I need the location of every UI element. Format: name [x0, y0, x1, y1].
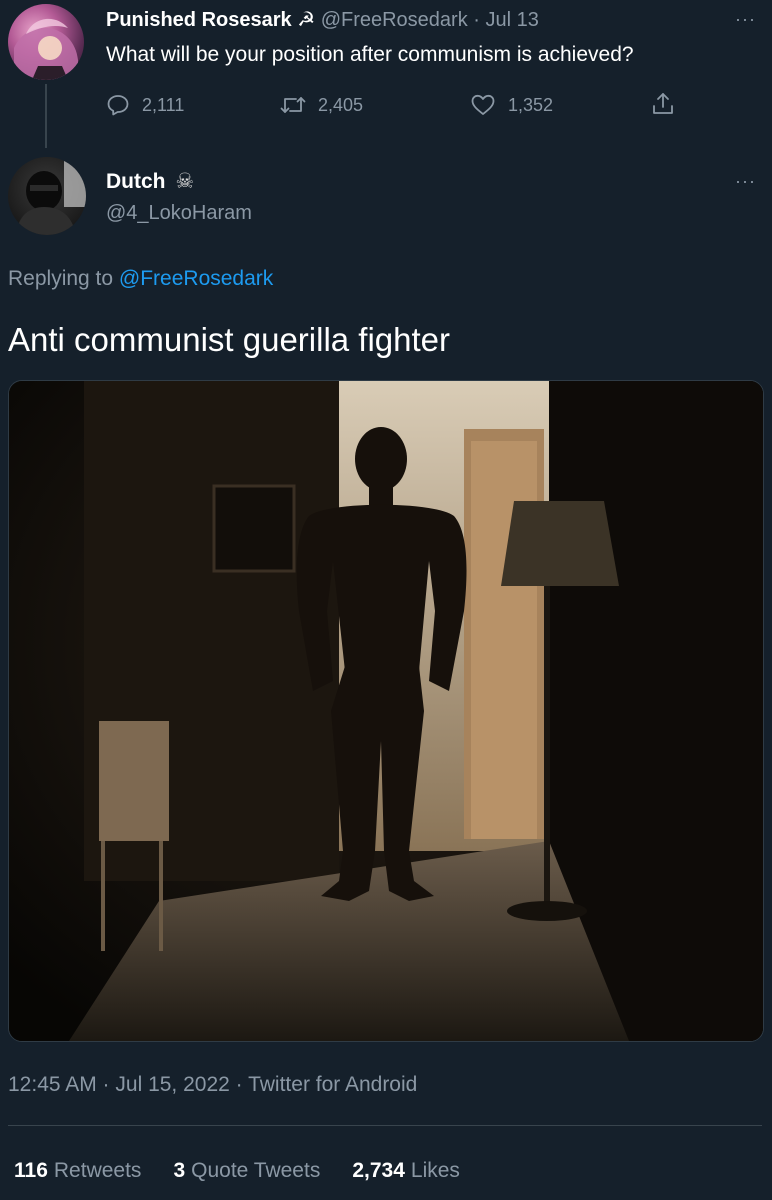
tweet-text: What will be your position after communi… [106, 43, 634, 66]
avatar-image [16, 157, 86, 235]
heart-icon [471, 94, 495, 115]
reply-button[interactable]: 2,111 [106, 91, 184, 119]
author-handle-date[interactable]: @FreeRosedark · Jul 13 [321, 9, 539, 31]
share-icon [653, 93, 673, 114]
retweet-icon [280, 97, 306, 113]
author-name[interactable]: Dutch [106, 170, 166, 193]
retweets-stat[interactable]: 116 Retweets [14, 1156, 141, 1186]
author-handle[interactable]: @4_LokoHaram [106, 199, 252, 227]
reply-count: 2,111 [142, 95, 185, 115]
quote-tweets-label: Quote Tweets [191, 1159, 321, 1182]
avatar[interactable] [8, 157, 86, 235]
share-button[interactable] [651, 91, 687, 117]
likes-count: 2,734 [352, 1159, 405, 1182]
author-name[interactable]: Punished Rosesark [106, 9, 292, 31]
author-line: Punished Rosesark ☭ @FreeRosedark · Jul … [106, 6, 539, 34]
tweet-photo[interactable] [8, 380, 764, 1042]
thread-connector [45, 84, 47, 148]
replying-prefix: Replying to [8, 267, 114, 290]
name-symbol: ☠ [175, 170, 195, 193]
photo-image [9, 381, 763, 1041]
likes-stat[interactable]: 2,734 Likes [352, 1156, 460, 1186]
avatar[interactable] [8, 4, 84, 80]
quote-tweets-stat[interactable]: 3 Quote Tweets [173, 1156, 320, 1186]
mention-link[interactable]: @FreeRosedark [119, 267, 273, 290]
avatar-image [14, 18, 78, 80]
retweet-count: 2,405 [318, 95, 364, 115]
likes-label: Likes [410, 1159, 460, 1182]
tweet-text: Anti communist guerilla fighter [8, 321, 451, 358]
tweet-timestamp[interactable]: 12:45 AM · Jul 15, 2022 · Twitter for An… [8, 1070, 417, 1100]
divider [8, 1125, 762, 1126]
like-button[interactable]: 1,352 [470, 91, 553, 119]
like-count: 1,352 [508, 95, 554, 115]
more-options-button[interactable]: ··· [735, 10, 756, 28]
name-symbol: ☭ [297, 9, 316, 31]
retweets-label: Retweets [53, 1159, 142, 1182]
quote-tweets-count: 3 [173, 1159, 186, 1182]
retweet-button[interactable]: 2,405 [280, 91, 363, 119]
retweets-count: 116 [14, 1159, 48, 1182]
tweet-stats: 116 Retweets 3 Quote Tweets 2,734 Likes [14, 1156, 492, 1186]
replying-to: Replying to @FreeRosedark [8, 264, 273, 294]
reply-icon [107, 95, 129, 116]
more-options-button[interactable]: ··· [735, 172, 756, 190]
author-line: Dutch ☠ [106, 168, 194, 196]
